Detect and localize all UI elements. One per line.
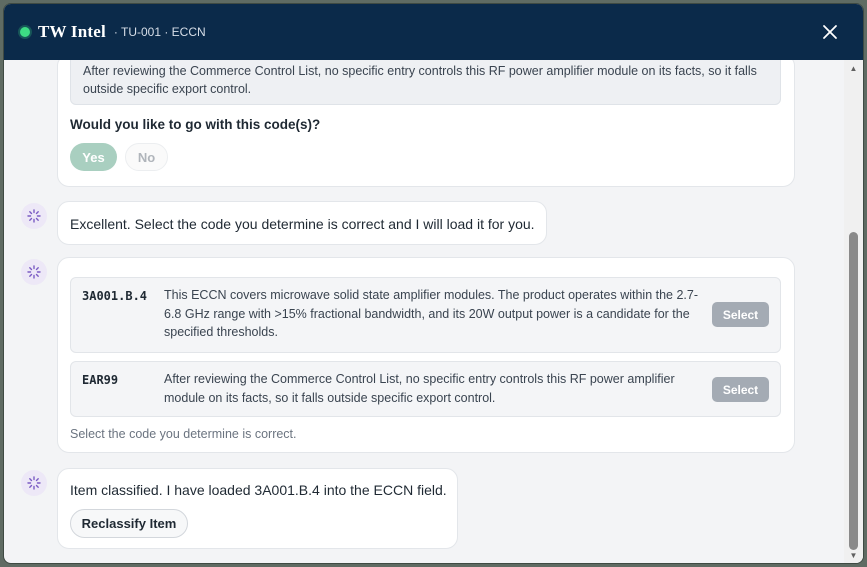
app-title: TW Intel <box>38 22 106 41</box>
confirm-message-card: After reviewing the Commerce Control Lis… <box>57 60 795 187</box>
select-button[interactable]: Select <box>712 302 769 327</box>
option-description: After reviewing the Commerce Control Lis… <box>164 372 675 405</box>
reclassify-item-button[interactable]: Reclassify Item <box>70 509 188 538</box>
scroll-down-icon[interactable]: ▼ <box>848 551 859 561</box>
option-code: 3A001.B.4 <box>82 289 148 303</box>
loading-spinner-icon <box>27 265 41 279</box>
excellent-message-text: Excellent. Select the code you determine… <box>70 216 535 232</box>
close-icon <box>823 25 837 39</box>
assistant-avatar <box>21 470 47 496</box>
quoted-code-description: After reviewing the Commerce Control Lis… <box>70 60 781 105</box>
options-message-card: 3A001.B.4 This ECCN covers microwave sol… <box>57 257 795 453</box>
code-option: EAR99 After reviewing the Commerce Contr… <box>70 361 781 417</box>
scroll-up-icon[interactable]: ▲ <box>848 64 859 74</box>
dialog-window: TW Intel · TU-001 · ECCN After reviewing… <box>3 3 864 564</box>
chat-content[interactable]: After reviewing the Commerce Control Lis… <box>4 60 846 563</box>
yes-button[interactable]: Yes <box>70 143 117 171</box>
status-dot-icon <box>20 27 30 37</box>
select-button[interactable]: Select <box>712 377 769 402</box>
option-code: EAR99 <box>82 373 119 387</box>
assistant-avatar <box>21 203 47 229</box>
assistant-avatar <box>21 259 47 285</box>
loading-spinner-icon <box>27 476 41 490</box>
title-bar: TW Intel · TU-001 · ECCN <box>4 4 863 60</box>
code-option: 3A001.B.4 This ECCN covers microwave sol… <box>70 277 781 353</box>
select-hint: Select the code you determine is correct… <box>70 427 297 441</box>
classified-message-card: Item classified. I have loaded 3A001.B.4… <box>57 468 458 549</box>
classified-message-text: Item classified. I have loaded 3A001.B.4… <box>70 482 447 498</box>
no-button[interactable]: No <box>125 143 168 171</box>
loading-spinner-icon <box>27 209 41 223</box>
excellent-message-card: Excellent. Select the code you determine… <box>57 201 547 245</box>
vertical-scrollbar[interactable]: ▲ ▼ <box>844 60 863 563</box>
app-subtitle: · TU-001 · ECCN <box>113 25 206 39</box>
confirm-question: Would you like to go with this code(s)? <box>70 117 321 132</box>
option-description: This ECCN covers microwave solid state a… <box>164 288 699 339</box>
close-button[interactable] <box>819 21 841 43</box>
scroll-thumb[interactable] <box>849 232 858 550</box>
